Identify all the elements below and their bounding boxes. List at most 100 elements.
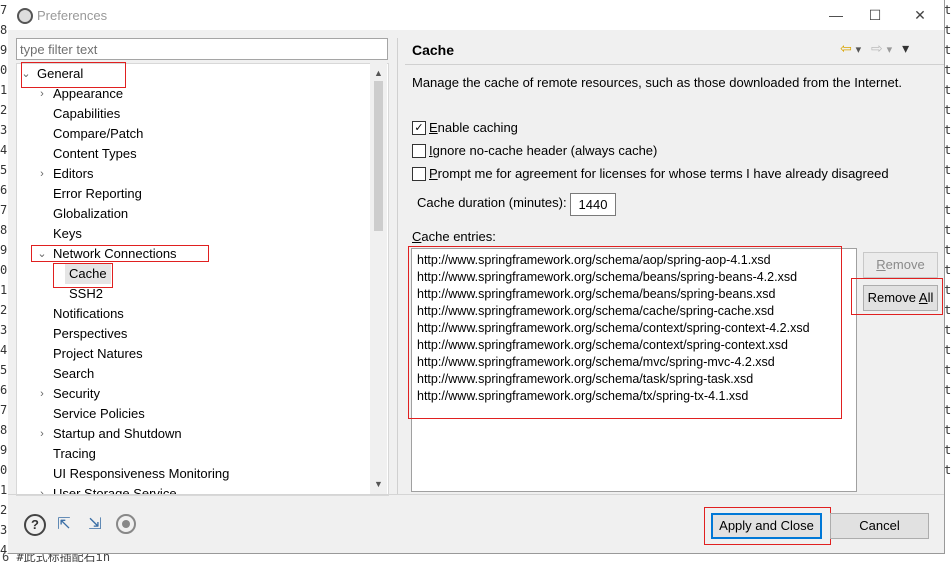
tree-item[interactable]: › Startup and Shutdown	[17, 424, 371, 444]
tree-item[interactable]: Notifications	[17, 304, 371, 324]
tree-item[interactable]: Project Natures	[17, 344, 371, 364]
editor-text: t	[944, 123, 952, 137]
line-number-text: 0	[0, 263, 8, 277]
eclipse-app-icon	[17, 8, 33, 24]
import-icon[interactable]: ⇱	[53, 514, 75, 536]
page-description: Manage the cache of remote resources, su…	[412, 75, 902, 90]
cache-entry[interactable]: http://www.springframework.org/schema/be…	[417, 286, 776, 303]
view-menu-icon[interactable]: ▾	[902, 40, 909, 56]
cancel-button[interactable]: Cancel	[830, 513, 929, 539]
cache-duration-input[interactable]: 1440	[570, 193, 616, 216]
editor-text: t	[944, 363, 952, 377]
tree-item[interactable]: ⌄ General	[17, 64, 371, 84]
minimize-button[interactable]: —	[826, 5, 846, 25]
tree-item[interactable]: Keys	[17, 224, 371, 244]
line-number-text: 4	[0, 343, 8, 357]
cache-entry[interactable]: http://www.springframework.org/schema/ao…	[417, 252, 771, 269]
cache-entry[interactable]: http://www.springframework.org/schema/be…	[417, 269, 797, 286]
checkbox-icon: ✓	[412, 120, 426, 135]
tree-item[interactable]: › Editors	[17, 164, 371, 184]
tree-scrollbar[interactable]: ▲ ▼	[370, 63, 387, 494]
editor-text: t	[944, 103, 952, 117]
record-icon[interactable]	[116, 514, 138, 536]
cache-entries-label: Cache entries:	[412, 229, 496, 244]
forward-dropdown-icon[interactable]: ▾	[887, 44, 893, 56]
prompt-licenses-label: Prompt me for agreement for licenses for…	[429, 166, 889, 181]
filter-input[interactable]	[17, 39, 387, 59]
tree-item[interactable]: Compare/Patch	[17, 124, 371, 144]
help-icon[interactable]: ?	[24, 514, 46, 536]
line-number-text: 0	[0, 463, 8, 477]
line-number-text: 3	[0, 323, 8, 337]
editor-text: t	[944, 243, 952, 257]
maximize-button[interactable]: ☐	[865, 5, 885, 25]
prompt-licenses-checkbox[interactable]: Prompt me for agreement for licenses for…	[412, 165, 889, 183]
apply-and-close-button[interactable]: Apply and Close	[711, 513, 822, 539]
back-arrow-icon[interactable]: ⇦	[840, 40, 852, 56]
cache-entries-list[interactable]: http://www.springframework.org/schema/ao…	[411, 248, 857, 492]
tree-item[interactable]: Content Types	[17, 144, 371, 164]
editor-text: t	[944, 463, 952, 477]
line-number-text: 8	[0, 423, 8, 437]
cache-entry[interactable]: http://www.springframework.org/schema/ta…	[417, 371, 753, 388]
cache-entry[interactable]: http://www.springframework.org/schema/co…	[417, 320, 810, 337]
checkbox-icon	[412, 166, 426, 181]
tree-item-label: Startup and Shutdown	[53, 426, 182, 441]
cache-entry[interactable]: http://www.springframework.org/schema/mv…	[417, 354, 775, 371]
ignore-nocache-checkbox[interactable]: Ignore no-cache header (always cache)	[412, 142, 657, 160]
close-button[interactable]: ✕	[910, 5, 930, 25]
tree-item[interactable]: Capabilities	[17, 104, 371, 124]
tree-item[interactable]: Cache	[17, 264, 371, 284]
editor-text: t	[944, 63, 952, 77]
tree-item-label: Search	[53, 366, 95, 381]
back-dropdown-icon[interactable]: ▾	[856, 44, 862, 56]
scroll-up-icon[interactable]: ▲	[370, 65, 387, 81]
tree-item[interactable]: Error Reporting	[17, 184, 371, 204]
editor-text: t	[944, 403, 952, 417]
line-number-text: 5	[0, 363, 8, 377]
line-number-text: 7	[0, 403, 8, 417]
remove-button[interactable]: Remove	[863, 252, 938, 278]
scroll-down-icon[interactable]: ▼	[370, 476, 387, 492]
chevron-right-icon[interactable]: ›	[37, 84, 47, 104]
line-number-text: 7	[0, 203, 8, 217]
tree-item[interactable]: › Appearance	[17, 84, 371, 104]
chevron-down-icon[interactable]: ⌄	[37, 244, 47, 264]
cache-entry[interactable]: http://www.springframework.org/schema/tx…	[417, 388, 748, 405]
enable-caching-checkbox[interactable]: ✓ Enable caching	[412, 119, 518, 137]
tree-item-label: Perspectives	[53, 326, 128, 341]
editor-text: t	[944, 383, 952, 397]
forward-arrow-icon[interactable]: ⇨	[871, 40, 883, 56]
chevron-right-icon[interactable]: ›	[37, 424, 47, 444]
tree-item-label: Keys	[53, 226, 82, 241]
tree-item[interactable]: Globalization	[17, 204, 371, 224]
cache-entry[interactable]: http://www.springframework.org/schema/co…	[417, 337, 788, 354]
tree-item[interactable]: Tracing	[17, 444, 371, 464]
editor-text: t	[944, 323, 952, 337]
tree-item[interactable]: Perspectives	[17, 324, 371, 344]
scroll-thumb[interactable]	[374, 81, 383, 231]
tree-item-label: Project Natures	[53, 346, 143, 361]
tree-item-label: Compare/Patch	[53, 126, 144, 141]
tree-item-label: Notifications	[53, 306, 124, 321]
line-number-text: 8	[0, 223, 8, 237]
export-icon[interactable]: ⇲	[84, 514, 106, 536]
chevron-right-icon[interactable]: ›	[37, 164, 47, 184]
line-number-text: 3	[0, 523, 8, 537]
editor-text: t	[944, 3, 952, 17]
chevron-right-icon[interactable]: ›	[37, 384, 47, 404]
tree-item[interactable]: Service Policies	[17, 404, 371, 424]
preferences-tree: ⌄ General › Appearance Capabilities Compare/P…	[16, 63, 389, 496]
tree-item[interactable]: Search	[17, 364, 371, 384]
tree-item[interactable]: › Security	[17, 384, 371, 404]
tree-item[interactable]: UI Responsiveness Monitoring	[17, 464, 371, 484]
cache-duration-label: Cache duration (minutes):	[417, 195, 567, 210]
chevron-down-icon[interactable]: ⌄	[21, 64, 31, 84]
editor-text: t	[944, 143, 952, 157]
remove-all-button[interactable]: Remove All	[863, 285, 938, 311]
panel-divider[interactable]	[397, 38, 398, 494]
tree-item[interactable]: SSH2	[17, 284, 371, 304]
enable-caching-label: Enable caching	[429, 120, 518, 135]
tree-item[interactable]: ⌄ Network Connections	[17, 244, 371, 264]
cache-entry[interactable]: http://www.springframework.org/schema/ca…	[417, 303, 774, 320]
